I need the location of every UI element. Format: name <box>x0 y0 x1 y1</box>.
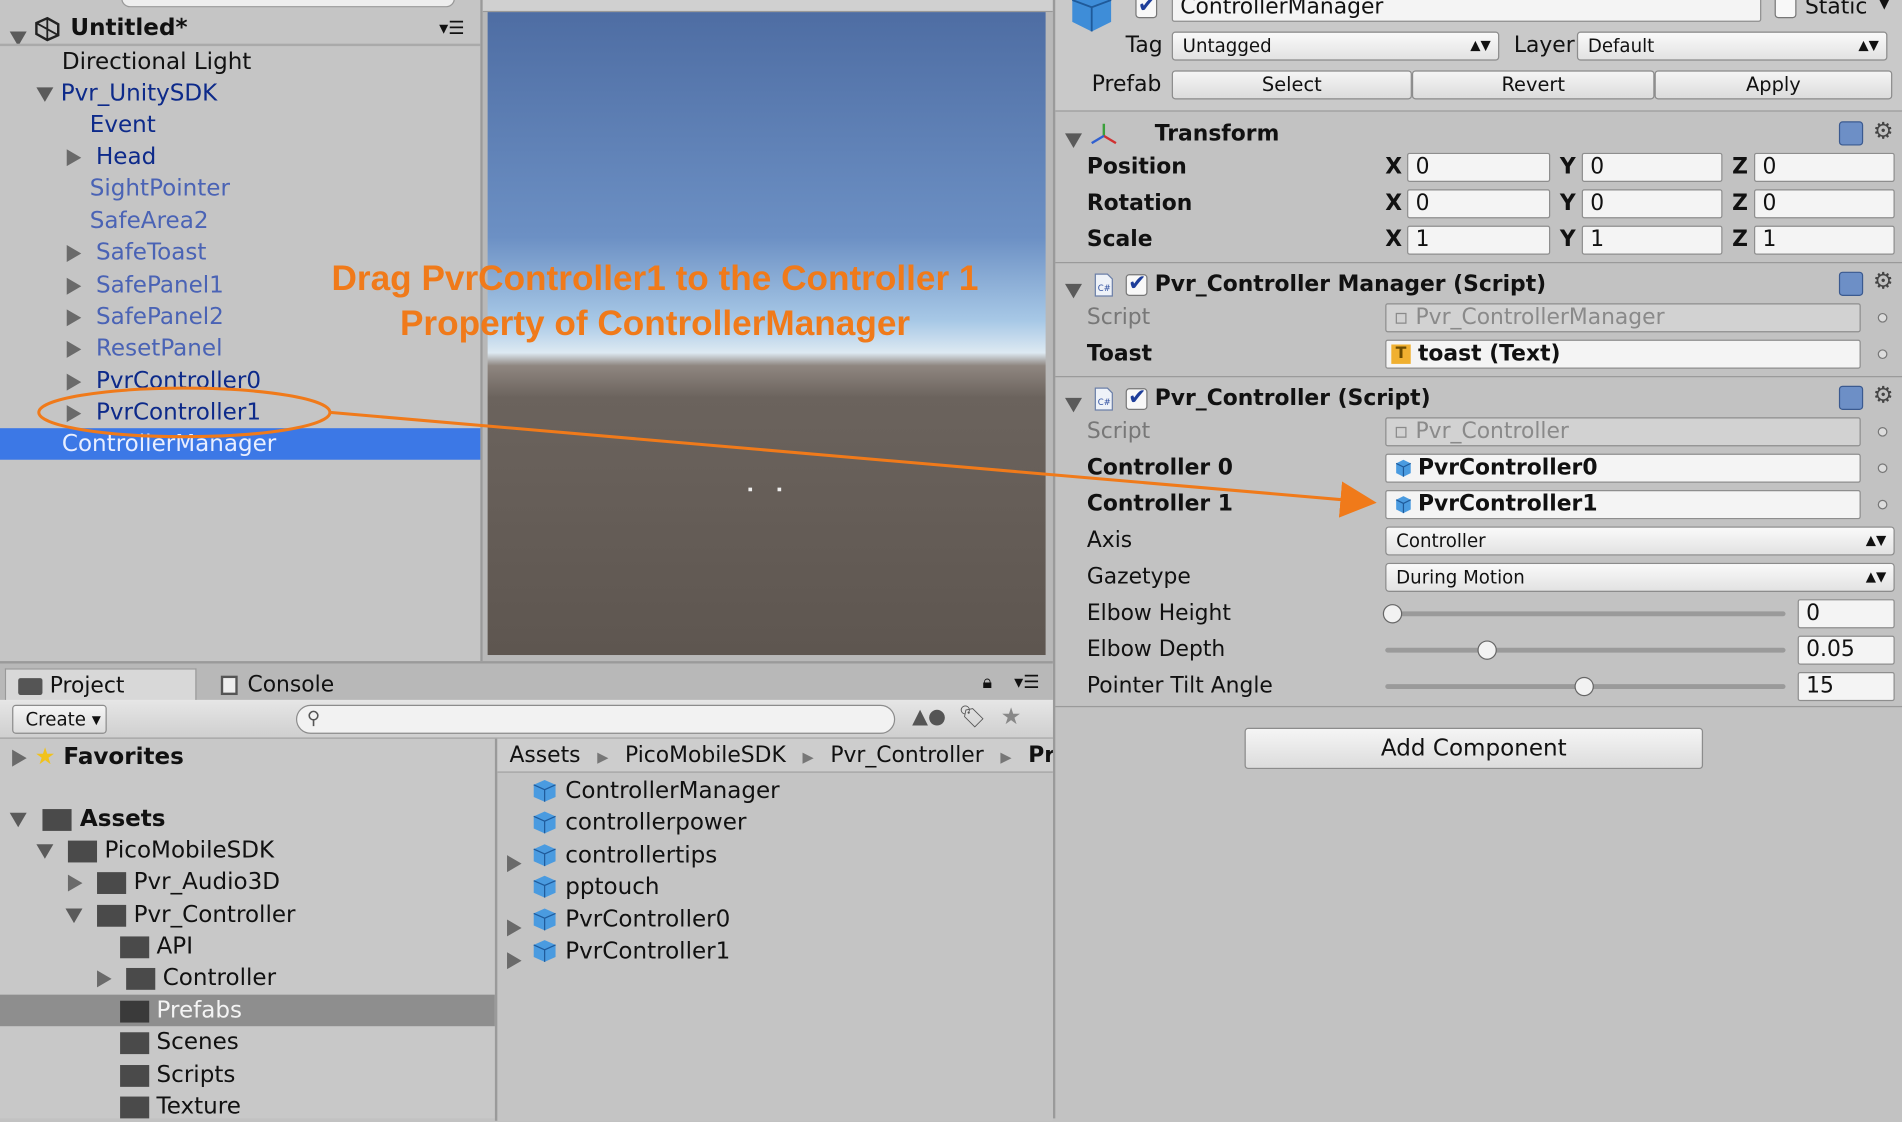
annotation-arrow <box>329 410 1377 518</box>
annotation-line-2: Property of ControllerManager <box>399 304 911 344</box>
annotation-text: Drag PvrController1 to the Controller 1 … <box>291 257 1019 347</box>
annotation-line-1: Drag PvrController1 to the Controller 1 <box>331 259 979 299</box>
annotation-circle <box>37 386 332 439</box>
annotation-overlay <box>37 386 1377 518</box>
